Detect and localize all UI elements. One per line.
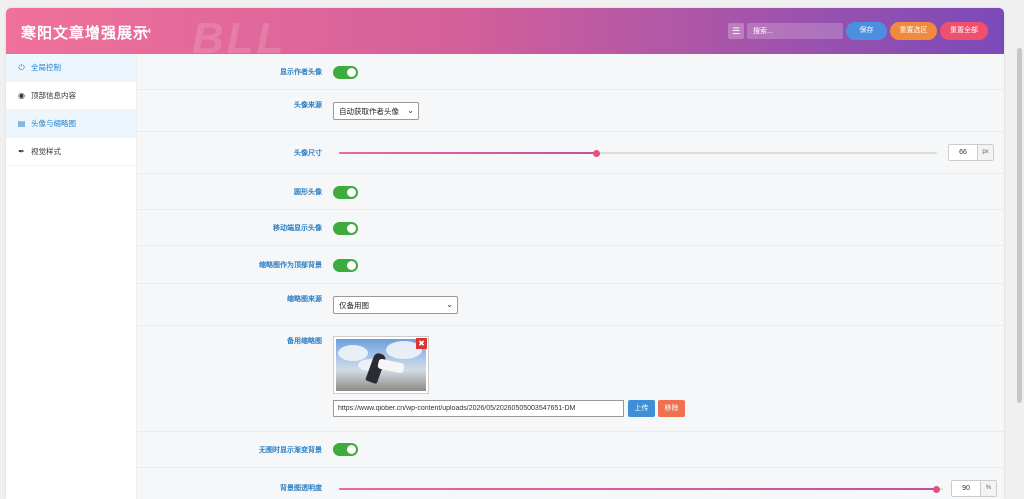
sidebar-item-visual-style[interactable]: ✒ 视觉样式 [6, 138, 136, 166]
setting-row-fallback-thumb: 备用缩略图 ✖ 上传 移除 [137, 326, 1004, 432]
sidebar: ⏻ 全局控制 ◉ 顶部信息内容 ▤ 头像与缩略图 ✒ 视觉样式 [6, 54, 137, 499]
bg-opacity-input[interactable]: 90 % [951, 480, 997, 497]
setting-label: 头像来源 [294, 102, 322, 109]
avatar-source-select[interactable]: 自动获取作者头像 ⌄ [333, 102, 419, 120]
setting-row-gradient-bg: 无图时显示渐变背景 [137, 432, 1004, 468]
avatar-size-value: 66 [959, 149, 967, 156]
sidebar-item-label: 全局控制 [31, 63, 61, 72]
image-icon: ▤ [17, 119, 26, 128]
setting-row-round-avatar: 圆形头像 [137, 174, 1004, 210]
avatar-size-input[interactable]: 66 px [948, 144, 994, 161]
bg-opacity-slider[interactable] [339, 485, 943, 493]
setting-label: 缩略图作为顶部背景 [259, 261, 322, 269]
page-scrollbar[interactable] [1014, 0, 1024, 499]
setting-row-mobile-avatar: 移动端显示头像 [137, 210, 1004, 246]
avatar-source-value: 自动获取作者头像 [339, 106, 399, 116]
thumbnail-preview: ✖ [333, 336, 429, 394]
thumb-source-select[interactable]: 仅备用图 ⌄ [333, 296, 458, 314]
sidebar-item-label: 顶部信息内容 [31, 91, 76, 100]
setting-label: 头像尺寸 [294, 149, 322, 157]
thumb-source-value: 仅备用图 [339, 300, 369, 310]
sidebar-item-label: 视觉样式 [31, 147, 61, 156]
scrollbar-thumb[interactable] [1017, 48, 1022, 403]
setting-row-avatar-size: 头像尺寸 66 px [137, 132, 1004, 174]
upload-button[interactable]: 上传 [628, 400, 655, 417]
thumbnail-image [336, 339, 426, 391]
show-author-avatar-toggle[interactable] [333, 66, 358, 79]
list-icon[interactable]: ☰ [728, 23, 744, 39]
mobile-avatar-toggle[interactable] [333, 222, 358, 235]
header-watermark: BLL [192, 14, 287, 54]
slider-handle[interactable] [933, 485, 941, 493]
setting-label: 备用缩略图 [287, 338, 322, 345]
search-input[interactable] [747, 23, 843, 39]
sidebar-item-top-info[interactable]: ◉ 顶部信息内容 [6, 82, 136, 110]
thumb-top-bg-toggle[interactable] [333, 259, 358, 272]
slider-fill [339, 152, 597, 154]
chevron-down-icon: ⌄ [407, 106, 414, 115]
setting-label: 圆形头像 [294, 188, 322, 196]
bg-opacity-value: 90 [962, 485, 970, 492]
version-badge: v1.0.4 [134, 29, 151, 35]
app-title: 寒阳文章增强展示 [21, 25, 150, 42]
eye-icon: ◉ [18, 91, 25, 100]
setting-row-thumb-source: 缩略图来源 仅备用图 ⌄ [137, 284, 1004, 326]
reset-section-button[interactable]: 重置选区 [890, 22, 937, 40]
slider-handle[interactable] [592, 149, 600, 157]
settings-content: 显示作者头像 头像来源 自动获取作者头像 ⌄ 头像尺寸 66 px 圆形头像 移… [137, 54, 1004, 499]
header-bar: 寒阳文章增强展示 v1.0.4 BLL ☰ 保存 重置选区 重置全部 [6, 8, 1004, 54]
setting-row-bg-opacity: 背景图透明度 90 % [137, 468, 1004, 499]
power-icon: ⏻ [18, 62, 25, 72]
setting-label: 缩略图来源 [287, 296, 322, 303]
sidebar-item-global-control[interactable]: ⏻ 全局控制 [6, 54, 136, 82]
setting-label: 显示作者头像 [280, 68, 322, 76]
setting-row-thumb-top-bg: 缩略图作为顶部背景 [137, 246, 1004, 284]
avatar-size-slider[interactable] [339, 149, 937, 157]
setting-label: 移动端显示头像 [273, 224, 322, 232]
unit-label: px [977, 145, 993, 160]
remove-button[interactable]: 移除 [658, 400, 685, 417]
save-button[interactable]: 保存 [846, 22, 887, 40]
round-avatar-toggle[interactable] [333, 186, 358, 199]
sidebar-item-avatar-thumbnail[interactable]: ▤ 头像与缩略图 [6, 110, 136, 138]
thumb-url-input[interactable] [333, 400, 624, 417]
setting-row-avatar-source: 头像来源 自动获取作者头像 ⌄ [137, 90, 1004, 132]
settings-panel: 寒阳文章增强展示 v1.0.4 BLL ☰ 保存 重置选区 重置全部 ⏻ 全局控… [6, 8, 1004, 499]
setting-label: 背景图透明度 [280, 484, 322, 492]
slider-fill [339, 488, 937, 490]
unit-label: % [980, 481, 996, 496]
close-icon[interactable]: ✖ [416, 338, 427, 349]
sidebar-item-label: 头像与缩略图 [31, 119, 76, 128]
gradient-bg-toggle[interactable] [333, 443, 358, 456]
setting-label: 无图时显示渐变背景 [259, 446, 322, 454]
chevron-down-icon: ⌄ [446, 300, 453, 309]
setting-row-show-author-avatar: 显示作者头像 [137, 54, 1004, 90]
brush-icon: ✒ [18, 147, 25, 156]
reset-all-button[interactable]: 重置全部 [940, 22, 988, 40]
